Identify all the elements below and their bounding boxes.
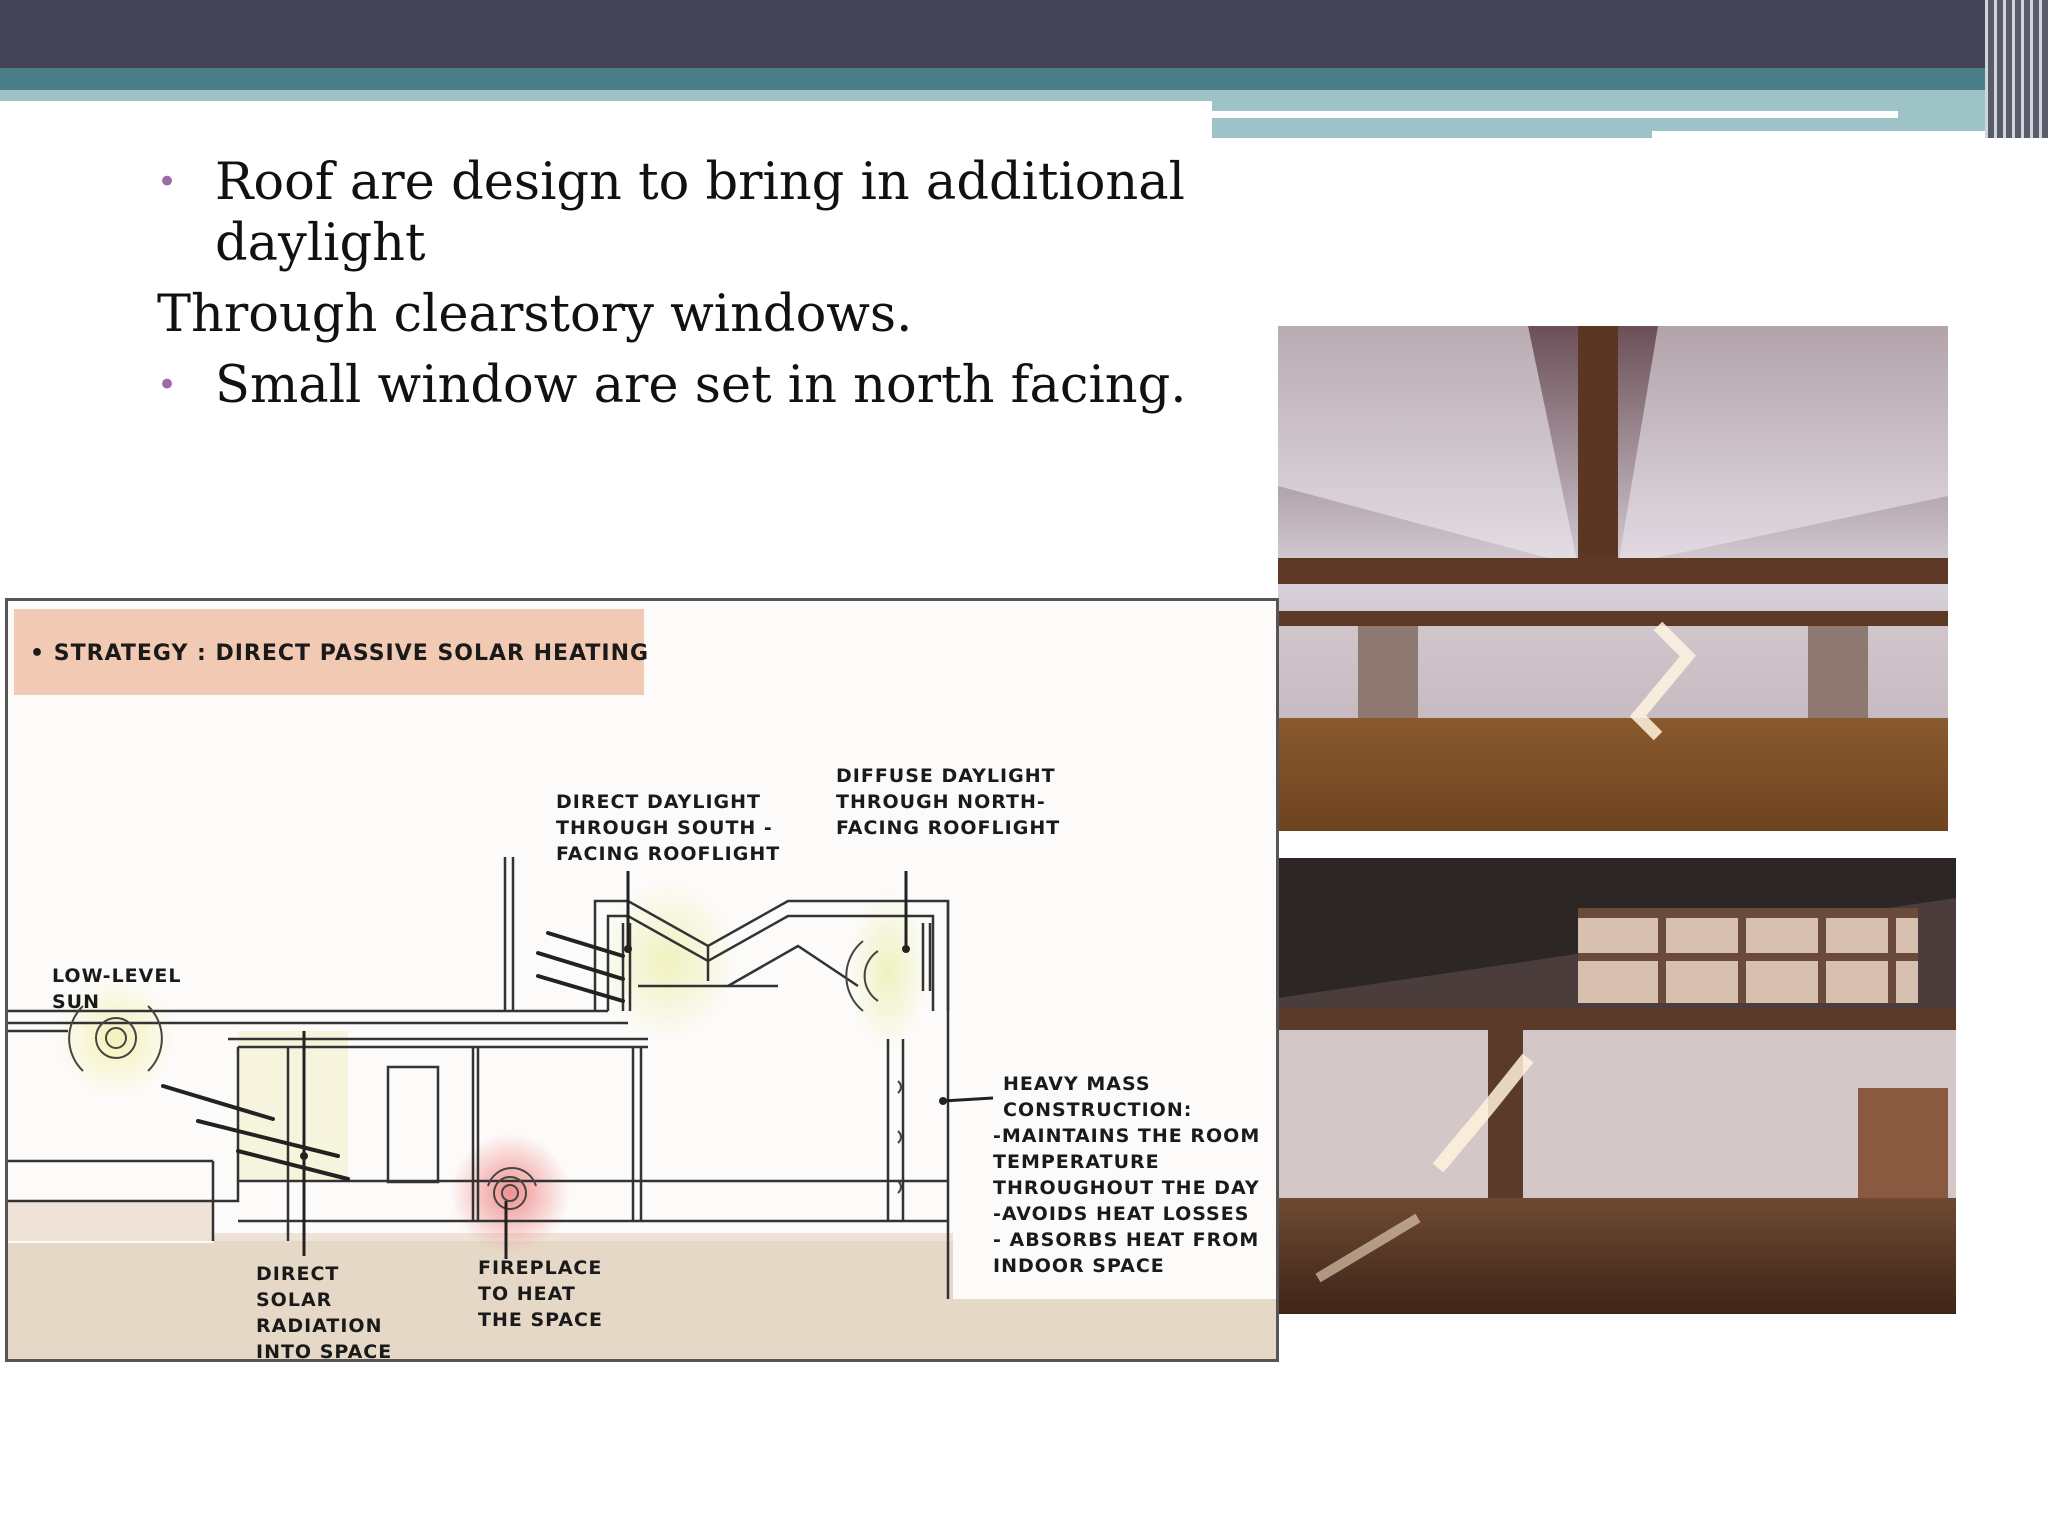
header-bar-dark: [0, 0, 2048, 68]
heavy-mass-point: -MAINTAINS THE ROOM TEMPERATURE THROUGHO…: [993, 1125, 1261, 1199]
bullet-icon: •: [157, 162, 178, 202]
heavy-mass-label: HEAVY MASS CONSTRUCTION:: [1003, 1073, 1193, 1121]
bullet-text: Small window are set in north facing.: [215, 356, 1187, 415]
slide-text: • Roof are design to bring in additional…: [157, 152, 1197, 426]
bullet-item: • Small window are set in north facing.: [157, 355, 1197, 416]
bullet-icon: •: [157, 365, 178, 405]
body-text: Through clearstory windows.: [157, 285, 913, 344]
direct-daylight-label: DIRECT DAYLIGHT THROUGH SOUTH - FACING R…: [556, 791, 781, 865]
diffuse-daylight-label: DIFFUSE DAYLIGHT THROUGH NORTH-FACING RO…: [836, 765, 1061, 839]
bullet-item: • Roof are design to bring in additional…: [157, 152, 1197, 274]
heavy-mass-point: - ABSORBS HEAT FROM INDOOR SPACE: [993, 1229, 1260, 1277]
fireplace-label: FIREPLACE TO HEAT THE SPACE: [478, 1257, 603, 1331]
clerestory-photo-image: [1278, 858, 1956, 1314]
header-accent-line: [1212, 111, 1898, 118]
passive-solar-diagram: • STRATEGY : DIRECT PASSIVE SOLAR HEATIN…: [5, 598, 1279, 1362]
roof-photo-image: [1278, 326, 1948, 831]
heavy-mass-point: -AVOIDS HEAT LOSSES: [993, 1203, 1250, 1225]
header-stripes: [1985, 0, 2048, 138]
roof-interior-photo: [1278, 326, 1948, 831]
low-sun-label: LOW-LEVEL SUN: [52, 965, 182, 1013]
clerestory-interior-photo: [1278, 858, 1956, 1314]
header-bar-light: [0, 90, 1212, 101]
direct-solar-label: DIRECT SOLAR RADIATION INTO SPACE: [256, 1263, 393, 1362]
header-bar-teal: [0, 68, 2048, 90]
bullet-text: Roof are design to bring in additional d…: [215, 153, 1185, 273]
